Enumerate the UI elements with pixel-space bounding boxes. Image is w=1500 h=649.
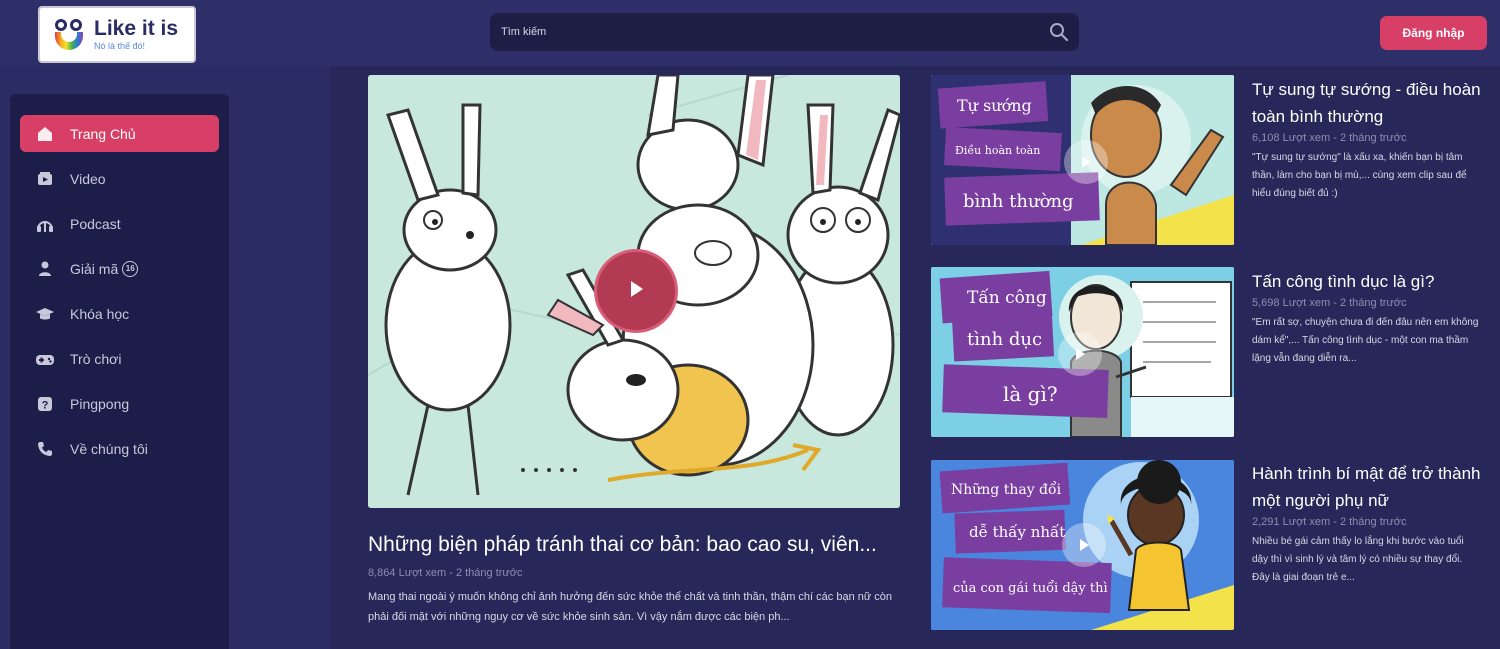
- question-icon: ?: [34, 393, 56, 415]
- thumbnail-1-line-3: bình thường: [963, 191, 1074, 212]
- sidebar-item-label: Podcast: [70, 215, 121, 232]
- thumbnail-2-line-2: tình dục: [967, 329, 1042, 350]
- sidebar-item-video[interactable]: Video: [20, 160, 219, 197]
- logo-title: Like it is: [94, 17, 179, 40]
- logo-subtitle: Nó là thế đó!: [94, 41, 146, 51]
- site-logo[interactable]: Like it is Nó là thế đó!: [38, 6, 196, 63]
- age-16-badge: 16: [122, 260, 139, 277]
- video-description: "Tự sung tự sướng" là xấu xa, khiến bạn …: [1252, 152, 1467, 199]
- svg-text:?: ?: [42, 399, 49, 411]
- gamepad-icon: [34, 348, 56, 370]
- featured-video-title[interactable]: Những biện pháp tránh thai cơ bản: bao c…: [368, 533, 908, 557]
- video-info-1: Tự sung tự sướng - điều hoàn toàn bình t…: [1252, 76, 1482, 203]
- thumbnail-2-line-1: Tấn công: [967, 288, 1047, 308]
- sidebar-item-label: Khóa học: [70, 305, 130, 322]
- search-input[interactable]: [490, 13, 1039, 51]
- video-meta: 2,291 Lượt xem - 2 tháng trước: [1252, 516, 1407, 528]
- thumbnail-3-line-1: Những thay đổi: [951, 480, 1062, 498]
- sidebar-item-courses[interactable]: Khóa học: [20, 295, 219, 332]
- featured-video-description: Mang thai ngoài ý muốn không chỉ ảnh hưở…: [368, 591, 893, 623]
- sidebar-item-label: Giải mã: [70, 260, 119, 277]
- search-icon[interactable]: [1039, 13, 1079, 51]
- sidebar-item-label: Video: [70, 170, 106, 187]
- video-title[interactable]: Tấn công tình dục là gì?: [1252, 268, 1482, 295]
- video-3-play-icon[interactable]: [1062, 523, 1106, 567]
- sidebar-item-label: Về chúng tôi: [70, 440, 148, 457]
- decode-icon: [34, 258, 56, 280]
- sidebar-item-decode[interactable]: Giải mã 16: [20, 250, 219, 287]
- top-header: Like it is Nó là thế đó! Đăng nhập: [0, 0, 1500, 66]
- featured-video-meta: 8,864 Lượt xem - 2 tháng trước: [368, 567, 523, 579]
- video-2-play-icon[interactable]: [1058, 332, 1102, 376]
- thumbnail-3-line-3: của con gái tuổi dậy thì: [953, 580, 1108, 596]
- video-info-2: Tấn công tình dục là gì? 5,698 Lượt xem …: [1252, 268, 1482, 368]
- sidebar-item-podcast[interactable]: Podcast: [20, 205, 219, 242]
- video-info-3: Hành trình bí mật để trở thành một người…: [1252, 460, 1482, 587]
- video-icon: [34, 168, 56, 190]
- sidebar-item-label: Trang Chủ: [70, 125, 136, 142]
- podcast-icon: [34, 213, 56, 235]
- video-description: Nhiều bé gái cảm thấy lo lắng khi bước v…: [1252, 536, 1464, 583]
- search-bar: [490, 13, 1079, 51]
- sidebar-item-label: Pingpong: [70, 395, 130, 412]
- sidebar-item-games[interactable]: Trò chơi: [20, 340, 219, 377]
- video-meta: 6,108 Lượt xem - 2 tháng trước: [1252, 132, 1407, 144]
- sidebar-item-about[interactable]: Về chúng tôi: [20, 430, 219, 467]
- thumbnail-2-line-3: là gì?: [1003, 382, 1058, 406]
- graduation-cap-icon: [34, 303, 56, 325]
- video-description: "Em rất sợ, chuyện chưa đi đến đâu nên e…: [1252, 317, 1479, 364]
- sidebar-item-home[interactable]: Trang Chủ: [20, 115, 219, 152]
- thumbnail-1-line-2: Điều hoàn toàn: [955, 144, 1040, 157]
- login-button[interactable]: Đăng nhập: [1380, 16, 1487, 50]
- phone-icon: [34, 438, 56, 460]
- video-1-play-icon[interactable]: [1064, 140, 1108, 184]
- play-icon: [625, 278, 647, 305]
- video-title[interactable]: Tự sung tự sướng - điều hoàn toàn bình t…: [1252, 76, 1482, 130]
- featured-play-button[interactable]: [594, 249, 678, 333]
- sidebar-item-pingpong[interactable]: ? Pingpong: [20, 385, 219, 422]
- video-meta: 5,698 Lượt xem - 2 tháng trước: [1252, 297, 1407, 309]
- thumbnail-3-line-2: dễ thấy nhất: [969, 523, 1065, 541]
- sidebar-item-label: Trò chơi: [70, 350, 122, 367]
- home-icon: [34, 123, 56, 145]
- logo-smiley-icon: [52, 15, 86, 55]
- sidebar: Trang Chủ Video Podcast Giải mã 16 Khóa …: [10, 94, 229, 649]
- thumbnail-1-line-1: Tự sướng: [957, 96, 1032, 115]
- video-title[interactable]: Hành trình bí mật để trở thành một người…: [1252, 460, 1482, 514]
